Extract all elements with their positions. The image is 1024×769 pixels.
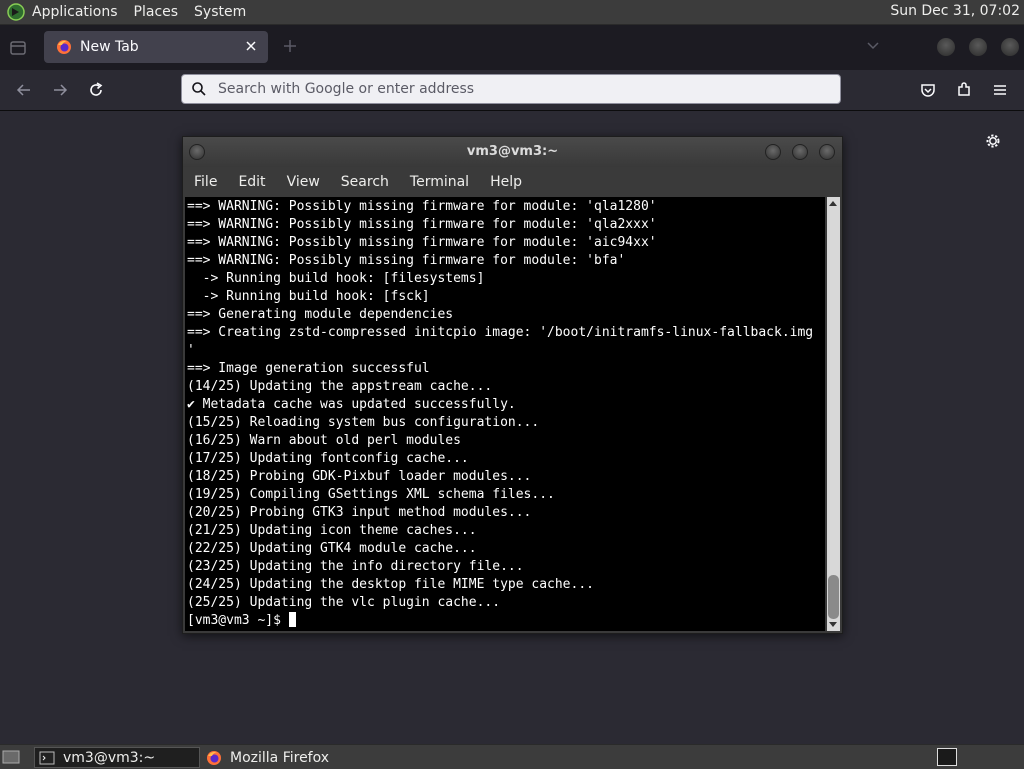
menu-edit[interactable]: Edit <box>238 174 265 190</box>
terminal-line: ==> Creating zstd-compressed initcpio im… <box>187 325 814 340</box>
pocket-icon[interactable] <box>919 81 937 99</box>
terminal-line: (23/25) Updating the info directory file… <box>187 559 524 574</box>
terminal-line: (16/25) Warn about old perl modules <box>187 433 461 448</box>
new-tab-icon[interactable] <box>282 38 298 54</box>
terminal-title: vm3@vm3:~ <box>466 144 559 159</box>
applications-menu[interactable]: Applications <box>32 4 118 20</box>
minimize-window-button[interactable] <box>937 38 955 56</box>
terminal-line: ==> Generating module dependencies <box>187 307 454 322</box>
terminal-line: (19/25) Compiling GSettings XML schema f… <box>187 487 555 502</box>
terminal-line: (20/25) Probing GTK3 input method module… <box>187 505 532 520</box>
taskbar-item-label: Mozilla Firefox <box>230 749 330 766</box>
menu-terminal[interactable]: Terminal <box>410 174 469 190</box>
menu-help[interactable]: Help <box>490 174 522 190</box>
clock[interactable]: Sun Dec 31, 07:02 <box>890 3 1020 19</box>
terminal-line: (24/25) Updating the desktop file MIME t… <box>187 577 594 592</box>
terminal-prompt: [vm3@vm3 ~]$ <box>187 612 813 630</box>
gear-icon[interactable] <box>984 132 1002 150</box>
scroll-up-icon[interactable] <box>829 201 837 206</box>
show-desktop-icon[interactable] <box>2 749 20 765</box>
terminal-line: (22/25) Updating GTK4 module cache... <box>187 541 477 556</box>
taskbar-item-label: vm3@vm3:~ <box>63 749 156 766</box>
terminal-line: ==> WARNING: Possibly missing firmware f… <box>187 235 657 250</box>
workspace-switcher[interactable] <box>937 748 957 766</box>
maximize-window-button[interactable] <box>969 38 987 56</box>
back-icon[interactable] <box>15 81 33 99</box>
close-window-button[interactable] <box>1001 38 1019 56</box>
scroll-down-icon[interactable] <box>829 622 837 627</box>
firefox-icon <box>207 750 221 765</box>
terminal-line: ==> WARNING: Possibly missing firmware f… <box>187 217 657 232</box>
places-menu[interactable]: Places <box>134 4 179 20</box>
terminal-line: (25/25) Updating the vlc plugin cache... <box>187 595 501 610</box>
prompt-text: [vm3@vm3 ~]$ <box>187 613 289 628</box>
close-tab-icon[interactable] <box>244 39 258 53</box>
scrollbar-thumb[interactable] <box>828 575 839 619</box>
terminal-line: (17/25) Updating fontconfig cache... <box>187 451 469 466</box>
url-input[interactable] <box>216 80 820 98</box>
system-menu[interactable]: System <box>194 4 246 20</box>
terminal-close-button[interactable] <box>819 144 835 160</box>
firefox-view-icon[interactable] <box>8 38 28 58</box>
url-bar[interactable] <box>181 74 841 104</box>
terminal-line: (14/25) Updating the appstream cache... <box>187 379 493 394</box>
firefox-icon <box>57 40 71 54</box>
menu-file[interactable]: File <box>194 174 217 190</box>
menu-hamburger-icon[interactable] <box>991 81 1009 99</box>
terminal-titlebar[interactable]: vm3@vm3:~ <box>183 137 842 167</box>
terminal-line: ==> WARNING: Possibly missing firmware f… <box>187 199 657 214</box>
forward-icon[interactable] <box>51 81 69 99</box>
taskbar-item-firefox[interactable]: Mozilla Firefox <box>202 747 370 768</box>
search-icon <box>192 82 206 96</box>
terminal-line: ==> Image generation successful <box>187 361 430 376</box>
terminal-line: ==> WARNING: Possibly missing firmware f… <box>187 253 626 268</box>
terminal-line: -> Running build hook: [fsck] <box>187 289 430 304</box>
extensions-icon[interactable] <box>955 81 973 99</box>
terminal-scrollbar[interactable] <box>827 197 840 631</box>
terminal-menubar: File Edit View Search Terminal Help <box>183 167 842 197</box>
taskbar-item-terminal[interactable]: vm3@vm3:~ <box>34 747 200 768</box>
bottom-panel: vm3@vm3:~ Mozilla Firefox <box>0 744 1024 769</box>
menu-search[interactable]: Search <box>341 174 389 190</box>
top-panel: Applications Places System Sun Dec 31, 0… <box>0 0 1024 25</box>
terminal-line: (18/25) Probing GDK-Pixbuf loader module… <box>187 469 532 484</box>
terminal-line: -> Running build hook: [filesystems] <box>187 271 485 286</box>
terminal-window: vm3@vm3:~ File Edit View Search Terminal… <box>182 136 843 634</box>
terminal-output[interactable]: ==> WARNING: Possibly missing firmware f… <box>185 197 825 631</box>
tab-new-tab[interactable]: New Tab <box>44 31 268 63</box>
terminal-icon <box>39 751 55 764</box>
reload-icon[interactable] <box>87 81 105 99</box>
terminal-line: ' <box>187 343 195 358</box>
menu-view[interactable]: View <box>287 174 320 190</box>
list-all-tabs-icon[interactable] <box>866 41 880 51</box>
terminal-minimize-button[interactable] <box>765 144 781 160</box>
distro-logo-icon[interactable] <box>6 2 26 22</box>
terminal-line: (21/25) Updating icon theme caches... <box>187 523 477 538</box>
terminal-line: ✔ Metadata cache was updated successfull… <box>187 397 516 412</box>
tab-title: New Tab <box>80 39 139 55</box>
terminal-text: ==> WARNING: Possibly missing firmware f… <box>187 198 813 630</box>
terminal-cursor <box>288 612 296 627</box>
terminal-line: (15/25) Reloading system bus configurati… <box>187 415 540 430</box>
terminal-maximize-button[interactable] <box>792 144 808 160</box>
